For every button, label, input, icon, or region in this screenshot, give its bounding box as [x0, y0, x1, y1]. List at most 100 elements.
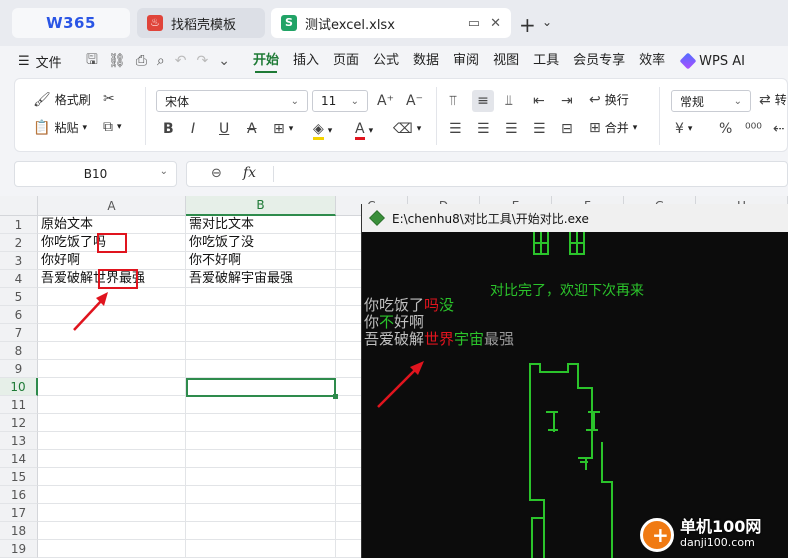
share-icon[interactable]: ⛓: [108, 53, 126, 69]
cell-b1[interactable]: 需对比文本: [186, 216, 336, 234]
align-bottom-button[interactable]: ⫫: [505, 93, 513, 109]
menu-data[interactable]: 数据: [406, 46, 446, 76]
row-header-11[interactable]: 11: [0, 396, 38, 414]
grid-cell[interactable]: [186, 468, 336, 486]
menu-insert[interactable]: 插入: [286, 46, 326, 76]
distribute-button[interactable]: ⊟: [561, 121, 573, 137]
row-header-9[interactable]: 9: [0, 360, 38, 378]
select-all-corner[interactable]: [0, 196, 38, 216]
font-grow-button[interactable]: A⁺: [377, 93, 394, 109]
tab-home[interactable]: W365: [12, 8, 130, 38]
cell-a3[interactable]: 你好啊: [38, 252, 186, 270]
row-header-10[interactable]: 10: [0, 378, 38, 396]
currency-button[interactable]: ¥ ▾: [675, 121, 692, 137]
decrease-indent-button[interactable]: ⇤: [533, 93, 545, 109]
fx-icon[interactable]: fx: [243, 165, 256, 181]
zoom-search-icon[interactable]: ⊖: [211, 166, 222, 181]
row-header-8[interactable]: 8: [0, 342, 38, 360]
name-box[interactable]: B10 ⌄: [14, 161, 177, 187]
grid-cell[interactable]: [38, 432, 186, 450]
grid-cell[interactable]: [38, 360, 186, 378]
font-name-select[interactable]: 宋体 ⌄: [156, 90, 308, 112]
menu-review[interactable]: 审阅: [446, 46, 486, 76]
format-painter-button[interactable]: 🖌 格式刷: [33, 91, 91, 108]
row-header-18[interactable]: 18: [0, 522, 38, 540]
grid-cell[interactable]: [186, 432, 336, 450]
menu-view[interactable]: 视图: [486, 46, 526, 76]
grid-cell[interactable]: [38, 468, 186, 486]
grid-cell[interactable]: [38, 378, 186, 396]
tab-document[interactable]: S 测试excel.xlsx ▭ ✕: [271, 8, 511, 38]
row-header-7[interactable]: 7: [0, 324, 38, 342]
undo-icon[interactable]: ↶: [175, 53, 187, 69]
grid-cell[interactable]: [186, 540, 336, 558]
align-right-button[interactable]: ☰: [505, 121, 518, 137]
cell-a1[interactable]: 原始文本: [38, 216, 186, 234]
font-shrink-button[interactable]: A⁻: [406, 93, 423, 109]
strikethrough-button[interactable]: A: [247, 121, 257, 137]
copy-button[interactable]: ⧉ ▾: [103, 119, 122, 135]
cell-b4[interactable]: 吾爱破解宇宙最强: [186, 270, 336, 288]
row-header-15[interactable]: 15: [0, 468, 38, 486]
row-header-3[interactable]: 3: [0, 252, 38, 270]
row-header-4[interactable]: 4: [0, 270, 38, 288]
font-size-select[interactable]: 11 ⌄: [312, 90, 368, 112]
row-header-5[interactable]: 5: [0, 288, 38, 306]
cut-button[interactable]: ✂: [103, 91, 115, 107]
grid-cell[interactable]: [186, 414, 336, 432]
grid-cell[interactable]: [38, 342, 186, 360]
grid-cell[interactable]: [38, 540, 186, 558]
row-header-6[interactable]: 6: [0, 306, 38, 324]
merge-button[interactable]: ⊞ 合并 ▾: [589, 119, 637, 136]
print-preview-icon[interactable]: ⌕: [157, 53, 165, 69]
decimal-button[interactable]: ⇠: [773, 121, 785, 137]
thousands-button[interactable]: ⁰⁰⁰: [745, 121, 762, 137]
row-header-13[interactable]: 13: [0, 432, 38, 450]
grid-cell[interactable]: [38, 450, 186, 468]
window-mode-icon[interactable]: ▭: [468, 16, 480, 31]
console-window[interactable]: E:\chenhu8\对比工具\开始对比.exe 对比完了，欢迎下次再来 你吃饭…: [361, 204, 788, 558]
clear-format-button[interactable]: ⌫ ▾: [393, 121, 421, 137]
italic-button[interactable]: I: [191, 121, 195, 137]
redo-icon[interactable]: ↷: [197, 53, 209, 69]
close-tab-icon[interactable]: ✕: [490, 16, 501, 31]
save-icon[interactable]: 🖫: [86, 49, 98, 73]
grid-cell[interactable]: [186, 504, 336, 522]
row-header-16[interactable]: 16: [0, 486, 38, 504]
paste-button[interactable]: 📋 粘贴 ▾: [33, 119, 87, 136]
row-header-1[interactable]: 1: [0, 216, 38, 234]
row-header-2[interactable]: 2: [0, 234, 38, 252]
align-middle-button[interactable]: ≡: [472, 90, 494, 112]
grid-cell[interactable]: [186, 450, 336, 468]
row-header-19[interactable]: 19: [0, 540, 38, 558]
menu-efficiency[interactable]: 效率: [632, 46, 672, 76]
menu-formula[interactable]: 公式: [366, 46, 406, 76]
grid-cell[interactable]: [186, 306, 336, 324]
formula-input[interactable]: ⊖ fx: [186, 161, 788, 187]
console-titlebar[interactable]: E:\chenhu8\对比工具\开始对比.exe: [362, 204, 788, 232]
menu-home[interactable]: 开始: [246, 46, 286, 76]
menu-tools[interactable]: 工具: [526, 46, 566, 76]
cell-b2[interactable]: 你吃饭了没: [186, 234, 336, 252]
bold-button[interactable]: B: [163, 121, 174, 137]
percent-button[interactable]: %: [719, 121, 732, 137]
underline-button[interactable]: U: [219, 121, 229, 137]
column-header-b[interactable]: B: [186, 196, 336, 216]
menu-member[interactable]: 会员专享: [566, 46, 632, 76]
wps-ai-button[interactable]: WPS AI: [679, 52, 745, 70]
print-icon[interactable]: ⎙: [136, 53, 147, 69]
grid-cell[interactable]: [38, 522, 186, 540]
column-header-a[interactable]: A: [38, 196, 186, 216]
number-format-select[interactable]: 常规 ⌄: [671, 90, 751, 112]
convert-button[interactable]: ⇄ 转: [759, 91, 787, 108]
grid-cell[interactable]: [186, 288, 336, 306]
wrap-text-button[interactable]: ↩ 换行: [589, 91, 629, 108]
increase-indent-button[interactable]: ⇥: [561, 93, 573, 109]
align-top-button[interactable]: ⫪: [449, 93, 457, 109]
more-chevron-icon[interactable]: ⌄: [218, 53, 230, 69]
grid-cell[interactable]: [186, 360, 336, 378]
row-header-14[interactable]: 14: [0, 450, 38, 468]
grid-cell[interactable]: [38, 396, 186, 414]
menu-page[interactable]: 页面: [326, 46, 366, 76]
active-cell-b10[interactable]: [186, 378, 338, 399]
